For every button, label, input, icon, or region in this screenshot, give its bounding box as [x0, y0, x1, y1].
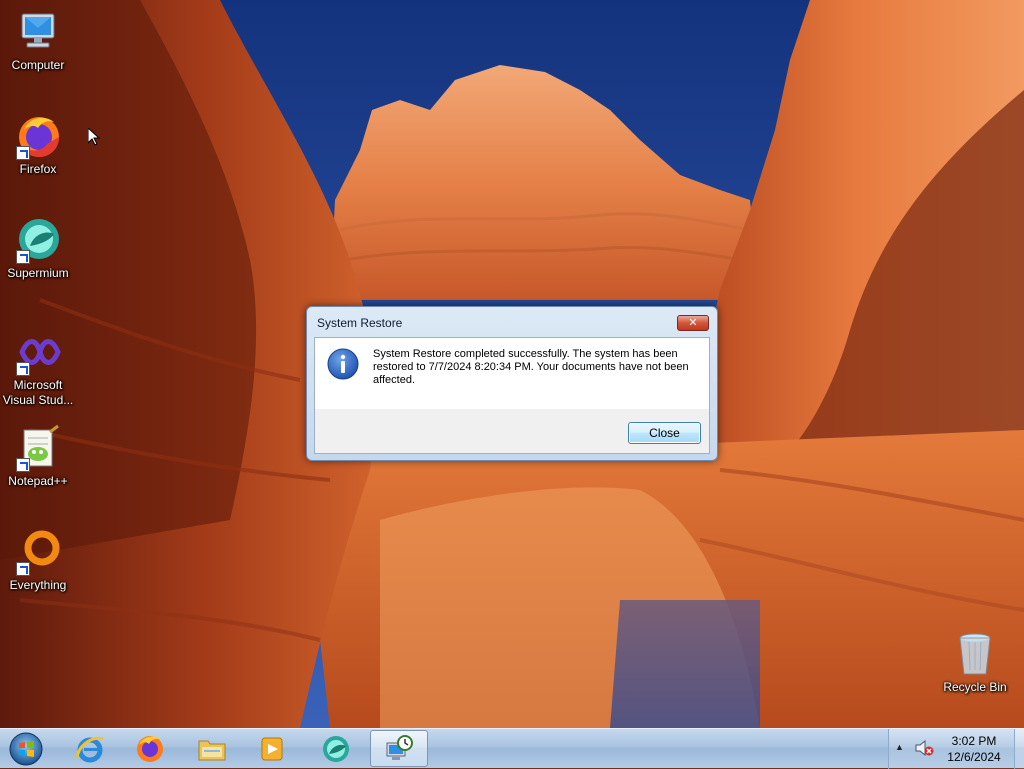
- close-icon: ✕: [688, 317, 698, 329]
- desktop-icon-recycle-bin[interactable]: Recycle Bin: [937, 630, 1013, 695]
- desktop-icon-firefox[interactable]: Firefox: [0, 112, 76, 177]
- desktop-icon-computer[interactable]: Computer: [0, 8, 76, 73]
- dialog-message-area: System Restore completed successfully. T…: [315, 338, 709, 409]
- internet-explorer-icon: [75, 736, 104, 762]
- dialog-title: System Restore: [317, 316, 403, 330]
- desktop-icon-label: Computer: [11, 58, 65, 72]
- shortcut-arrow-icon: [16, 146, 30, 160]
- firefox-icon: [137, 735, 163, 762]
- media-player-icon: [261, 737, 283, 760]
- show-desktop-button[interactable]: [1014, 729, 1024, 769]
- taskbar-firefox[interactable]: [122, 730, 178, 767]
- shortcut-arrow-icon: [16, 458, 30, 472]
- clock-time[interactable]: 3:02 PM: [939, 734, 1009, 748]
- desktop-icon-label: Firefox: [19, 162, 57, 176]
- dialog-client-area: System Restore completed successfully. T…: [314, 337, 710, 454]
- file-explorer-icon: [198, 740, 226, 760]
- supermium-icon: [323, 735, 349, 762]
- volume-muted-icon[interactable]: [914, 739, 934, 757]
- taskbar-internet-explorer[interactable]: [62, 730, 118, 767]
- taskbar: ▲ 3:02 PM 12/6/2024: [0, 728, 1024, 769]
- dialog-message: System Restore completed successfully. T…: [373, 348, 689, 386]
- shortcut-arrow-icon: [16, 250, 30, 264]
- computer-icon: [14, 8, 62, 56]
- information-icon: [327, 348, 359, 380]
- notepadpp-icon: [14, 424, 62, 472]
- clock-date[interactable]: 12/6/2024: [939, 750, 1009, 764]
- desktop-icon-everything[interactable]: Everything: [0, 528, 76, 593]
- system-restore-icon: [386, 734, 413, 760]
- desktop-icon-label: Recycle Bin: [943, 680, 1007, 694]
- taskbar-media-player[interactable]: [244, 730, 300, 767]
- start-orb-icon[interactable]: [6, 730, 46, 768]
- system-restore-dialog[interactable]: System Restore ✕ System Restore complete…: [306, 306, 718, 461]
- shortcut-arrow-icon: [16, 362, 30, 376]
- desktop-icon-label: Supermium: [7, 266, 69, 280]
- desktop-icon-visual-studio[interactable]: Microsoft Visual Stud...: [0, 328, 76, 408]
- taskbar-file-explorer[interactable]: [184, 730, 240, 767]
- shortcut-arrow-icon: [16, 562, 30, 576]
- desktop-icon-label: Notepad++: [8, 474, 68, 488]
- show-hidden-icons-button[interactable]: ▲: [895, 742, 904, 752]
- visual-studio-icon: [14, 328, 62, 376]
- desktop-icon-label: Microsoft Visual Stud...: [2, 378, 74, 407]
- desktop-icon-supermium[interactable]: Supermium: [0, 216, 76, 281]
- taskbar-system-restore[interactable]: [370, 730, 428, 767]
- firefox-icon: [14, 112, 62, 160]
- mouse-cursor-icon: [88, 128, 100, 146]
- notification-area: ▲ 3:02 PM 12/6/2024: [888, 729, 1024, 769]
- close-button[interactable]: Close: [628, 422, 701, 444]
- desktop-icon-notepadpp[interactable]: Notepad++: [0, 424, 76, 489]
- dialog-close-x-button[interactable]: ✕: [677, 315, 709, 331]
- supermium-icon: [14, 216, 62, 264]
- everything-icon: [14, 528, 62, 576]
- recycle-bin-icon: [951, 630, 999, 678]
- taskbar-supermium[interactable]: [308, 730, 364, 767]
- desktop-icon-label: Everything: [9, 578, 67, 592]
